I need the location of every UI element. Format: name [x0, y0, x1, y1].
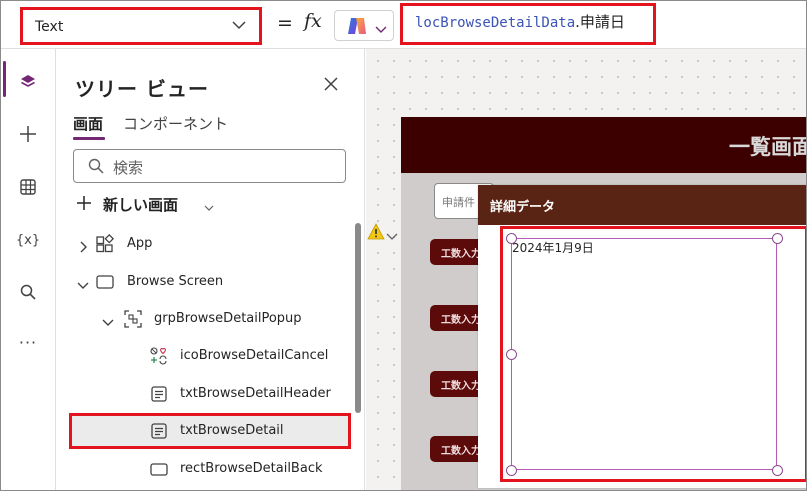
table-icon[interactable] — [17, 176, 39, 198]
plus-icon[interactable] — [17, 123, 39, 145]
copilot-icon — [346, 16, 368, 40]
tree-view-title: ツリー ビュー — [75, 77, 209, 101]
tree-search-input[interactable]: 検索 — [73, 149, 346, 183]
chevron-down-icon[interactable] — [77, 276, 89, 295]
resize-handle[interactable] — [772, 465, 783, 476]
resize-handle[interactable] — [772, 233, 783, 244]
chevron-down-icon — [204, 198, 214, 217]
left-rail: {x} ··· — [1, 49, 56, 490]
formula-field: .申請日 — [575, 13, 625, 31]
resize-handle[interactable] — [506, 349, 517, 360]
layers-icon[interactable] — [17, 71, 39, 93]
resize-handle[interactable] — [506, 233, 517, 244]
tab-underline — [73, 137, 105, 140]
variables-icon[interactable]: {x} — [16, 229, 40, 251]
fx-icon: fx — [304, 10, 322, 32]
rectangle-icon — [149, 459, 169, 483]
close-icon[interactable] — [323, 76, 339, 96]
app-header: 一覧画面 — [401, 117, 807, 173]
selected-node-highlight — [69, 413, 351, 449]
tree-node-label: App — [127, 236, 153, 251]
tree-node-txt-browse-detail-header[interactable]: txtBrowseDetailHeader — [57, 376, 357, 412]
app-icon — [95, 233, 115, 258]
row-button-label: 工数入力 — [441, 446, 481, 457]
search-icon[interactable] — [17, 281, 39, 303]
formula-text: locBrowseDetailData.申請日 — [415, 11, 625, 32]
text-label-icon — [149, 384, 169, 408]
formula-variable: locBrowseDetailData — [415, 15, 576, 31]
tree-node-ico-browse-detail-cancel[interactable]: icoBrowseDetailCancel — [57, 338, 357, 374]
search-icon — [87, 157, 105, 179]
search-placeholder: 検索 — [113, 159, 144, 177]
row-button-label: 工数入力 — [441, 315, 481, 326]
tree-node-app[interactable]: App — [57, 226, 357, 262]
tree-node-label: icoBrowseDetailCancel — [180, 348, 329, 363]
active-indicator — [3, 61, 6, 97]
tab-screens[interactable]: 画面 — [73, 113, 105, 140]
warning-icon[interactable] — [367, 223, 385, 244]
resize-handle[interactable] — [506, 465, 517, 476]
tab-screens-label: 画面 — [73, 115, 104, 133]
app-search-placeholder: 申請件 — [442, 196, 475, 209]
plus-icon — [75, 194, 93, 216]
tree-node-browse-screen[interactable]: Browse Screen — [57, 264, 357, 300]
popup-header: 詳細データ — [478, 185, 806, 225]
chevron-down-icon — [375, 20, 387, 39]
chevron-down-icon — [231, 17, 247, 37]
tree-node-label: rectBrowseDetailBack — [180, 461, 323, 476]
detail-text: 2024年1月9日 — [512, 241, 594, 255]
tree-node-label: Browse Screen — [127, 274, 224, 289]
chevron-down-icon[interactable] — [102, 313, 114, 332]
more-icon[interactable]: ··· — [17, 331, 39, 353]
tree-node-rect-browse-detail-back[interactable]: rectBrowseDetailBack — [57, 451, 357, 487]
tree-node-label: grpBrowseDetailPopup — [154, 311, 302, 326]
tab-components[interactable]: コンポーネント — [123, 113, 228, 134]
property-dropdown[interactable]: Text — [20, 7, 262, 45]
tree-node-label: txtBrowseDetailHeader — [180, 386, 331, 401]
detail-text-selection[interactable] — [511, 238, 777, 470]
icon-control-icon — [149, 346, 169, 370]
new-screen-label: 新しい画面 — [103, 196, 179, 214]
equals-sign: = — [277, 12, 293, 34]
chevron-right-icon[interactable] — [77, 238, 89, 257]
row-button-label: 工数入力 — [441, 381, 481, 392]
group-icon — [123, 309, 143, 333]
property-value: Text — [35, 19, 64, 35]
chevron-down-icon[interactable] — [386, 227, 398, 246]
row-button-label: 工数入力 — [441, 249, 481, 260]
tree-scrollbar[interactable] — [355, 223, 361, 413]
formula-bar: Text = fx locBrowseDetailData.申請日 — [1, 1, 806, 49]
copilot-button[interactable] — [334, 10, 394, 41]
app-window: Text = fx locBrowseDetailData.申請日 {x} ··… — [0, 0, 807, 491]
tab-components-label: コンポーネント — [123, 115, 229, 133]
tree-node-grp-browse-detail-popup[interactable]: grpBrowseDetailPopup — [57, 301, 357, 337]
formula-input[interactable]: locBrowseDetailData.申請日 — [400, 3, 656, 45]
app-title: 一覧画面 — [729, 135, 807, 159]
popup-header-label: 詳細データ — [490, 200, 556, 215]
screen-icon — [95, 272, 115, 296]
